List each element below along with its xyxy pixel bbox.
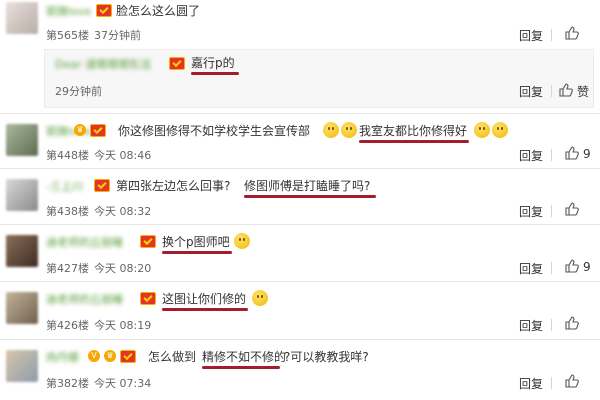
member-badge-icon [96,4,112,17]
thumb-up-icon[interactable] [565,26,579,40]
comment-426: 迪老师的丘丽睡 这图让你们修的 第426楼 今天 08:19 回复 [0,282,600,338]
divider [551,377,552,389]
highlight-underline [244,195,376,198]
username[interactable]: 郭旗love [46,3,91,19]
smiley-emoji-icon [492,122,508,138]
floor-number: 第448楼 [46,149,89,162]
member-badge-icon [120,350,136,363]
username[interactable]: 迪老师的丘丽睡 [46,234,123,250]
like-label[interactable]: 赞 [577,83,589,100]
thumb-up-icon[interactable] [565,374,579,388]
nested-reply-time: 29分钟前 [55,85,102,98]
comment-text: 脸怎么这么圆了 [116,4,201,18]
reply-button[interactable]: 回复 [519,27,543,44]
comment-time: 今天 08:32 [94,205,152,218]
reply-button[interactable]: 回复 [519,375,543,392]
comment-time: 37分钟前 [94,29,141,42]
reply-button[interactable]: 回复 [519,203,543,220]
avatar[interactable] [6,350,38,382]
nested-reply: Dear 请嗯嗯嗯形洁 嘉行p的 29分钟前 回复 赞 [44,49,594,108]
floor-number: 第565楼 [46,29,89,42]
thumb-up-icon[interactable] [565,316,579,330]
crown-badge-icon: ♛ [104,350,116,362]
comment-text: 怎么做到 [148,350,197,364]
floor-number: 第382楼 [46,377,89,390]
highlight-underline [202,366,280,369]
username[interactable]: 肉丹娜 [46,349,79,365]
comment-time: 今天 08:46 [94,149,152,162]
reply-button[interactable]: 回复 [519,260,543,277]
comment-text-highlight: 修图师傅是打瞌睡了吗? [244,179,371,193]
nested-reply-text: 嘉行p的 [191,56,235,70]
avatar[interactable] [6,292,38,324]
highlight-underline [162,251,232,254]
highlight-underline [191,72,239,75]
highlight-underline [162,308,248,311]
member-badge-icon [140,235,156,248]
comment-382: 肉丹娜 V ♛ 怎么做到 精修不如不修的 ?可以教教我咩? 第382楼 今天 0… [0,340,600,400]
crown-badge-icon: ♛ [74,124,86,136]
comment-text-highlight: 我室友都比你修得好 [359,124,468,138]
comment-text: ?可以教教我咩? [284,350,369,364]
divider [551,319,552,331]
like-count: 9 [583,147,591,161]
reply-button[interactable]: 回复 [519,147,543,164]
avatar[interactable] [6,124,38,156]
username[interactable]: 迪老师的丘丽睡 [46,291,123,307]
thumb-up-icon[interactable] [565,259,579,273]
reply-button[interactable]: 回复 [519,317,543,334]
member-badge-icon [140,292,156,305]
comment-438: -三上川 第四张左边怎么回事? 修图师傅是打瞌睡了吗? 第438楼 今天 08:… [0,169,600,223]
like-count: 9 [583,260,591,274]
highlight-underline [359,140,469,143]
nested-reply-button[interactable]: 回复 [519,83,543,100]
thumb-up-icon[interactable] [565,202,579,216]
comment-text-highlight: 这图让你们修的 [162,292,247,306]
floor-number: 第438楼 [46,205,89,218]
floor-number: 第427楼 [46,262,89,275]
nested-username[interactable]: Dear 请嗯嗯嗯形洁 [55,56,151,72]
smiley-emoji-icon [234,233,250,249]
comment-text: 第四张左边怎么回事? [116,179,231,193]
comment-time: 今天 08:20 [94,262,152,275]
member-badge-icon [94,179,110,192]
divider [551,29,552,41]
smiley-emoji-icon [474,122,490,138]
thumb-up-icon[interactable] [559,83,573,97]
smiley-emoji-icon [341,122,357,138]
divider [551,85,552,97]
comment-text-highlight: 精修不如不修的 [202,350,287,364]
thumb-up-icon[interactable] [565,146,579,160]
avatar[interactable] [6,235,38,267]
avatar[interactable] [6,179,38,211]
comment-text: 你这修图修得不如学校学生会宣传部 [118,124,311,138]
comment-448: 郭旗love ♛ 你这修图修得不如学校学生会宣传部 我室友都比你修得好 第448… [0,114,600,167]
smiley-emoji-icon [252,290,268,306]
divider [551,149,552,161]
divider [551,262,552,274]
divider [551,205,552,217]
comment-time: 今天 07:34 [94,377,152,390]
vip-badge-icon: V [88,350,100,362]
comment-text-highlight: 换个p图师吧 [162,235,230,249]
username[interactable]: -三上川 [46,178,83,194]
comment-time: 今天 08:19 [94,319,152,332]
member-badge-icon [90,124,106,137]
smiley-emoji-icon [323,122,339,138]
member-badge-icon [169,57,185,70]
avatar[interactable] [6,2,38,34]
comment-427: 迪老师的丘丽睡 换个p图师吧 第427楼 今天 08:20 回复 9 [0,225,600,280]
floor-number: 第426楼 [46,319,89,332]
comment-565: 郭旗love 脸怎么这么圆了 第565楼 37分钟前 回复 Dear 请嗯嗯嗯形… [0,0,600,110]
